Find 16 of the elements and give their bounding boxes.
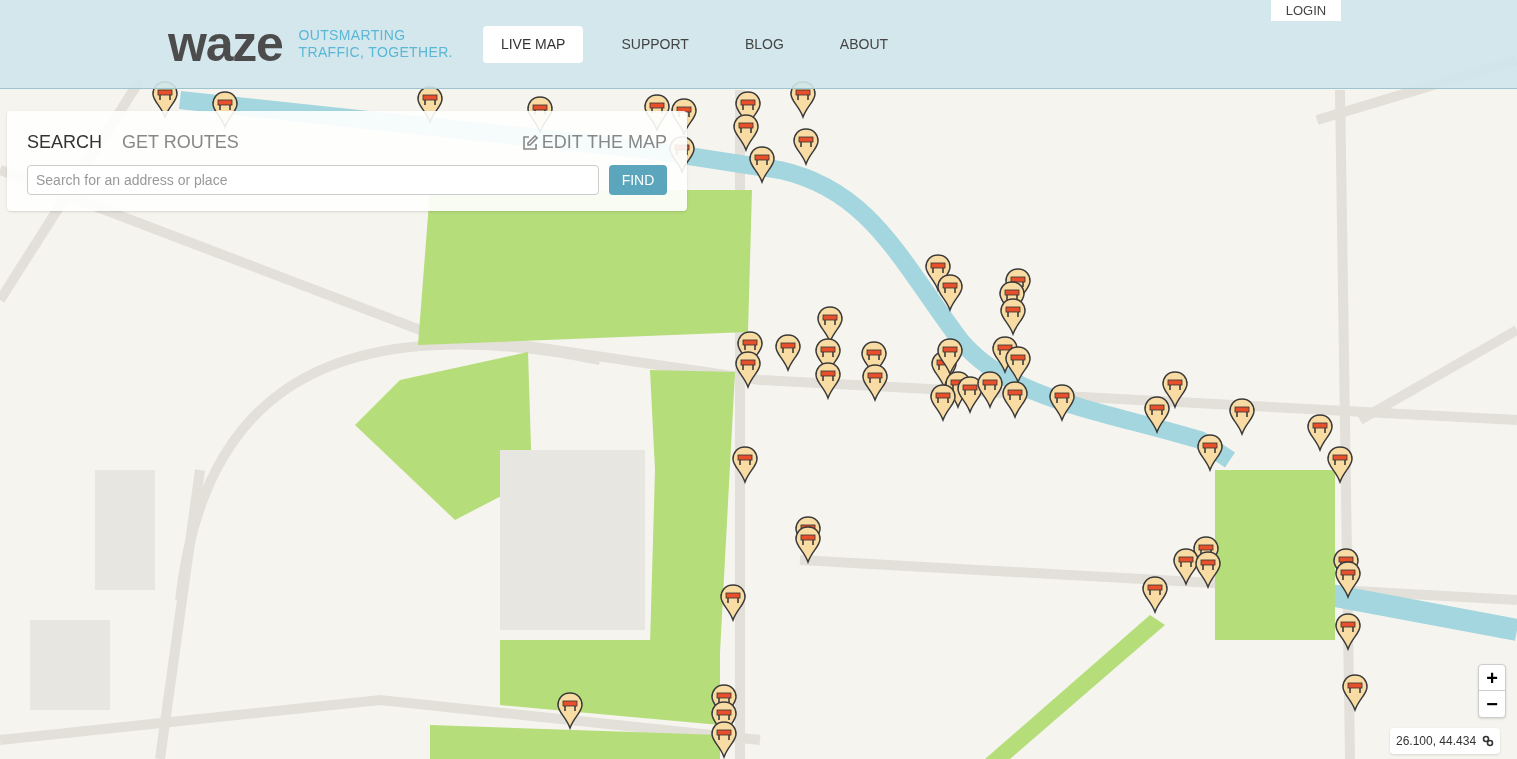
- nav-link[interactable]: LIVE MAP: [482, 25, 584, 63]
- link-icon[interactable]: [1482, 735, 1495, 747]
- panel-tab[interactable]: SEARCH: [27, 129, 102, 156]
- waze-logo[interactable]: waze: [168, 19, 283, 69]
- login-button[interactable]: LOGIN: [1271, 0, 1341, 21]
- nav-link[interactable]: SUPPORT: [603, 25, 707, 63]
- coordinates-text: 26.100, 44.434: [1396, 733, 1477, 750]
- tagline-text: OUTSMARTING: [298, 27, 407, 44]
- tagline-text: TRAFFIC, TOGETHER.: [298, 44, 453, 61]
- zoom-out-button[interactable]: −: [1479, 691, 1505, 717]
- zoom-in-button[interactable]: +: [1479, 665, 1505, 691]
- panel-tab[interactable]: GET ROUTES: [122, 129, 239, 156]
- search-field[interactable]: Search for an address or place: [27, 165, 599, 195]
- nav-link[interactable]: BLOG: [726, 25, 802, 63]
- nav-link[interactable]: ABOUT: [821, 25, 907, 63]
- edit-icon: [521, 134, 538, 151]
